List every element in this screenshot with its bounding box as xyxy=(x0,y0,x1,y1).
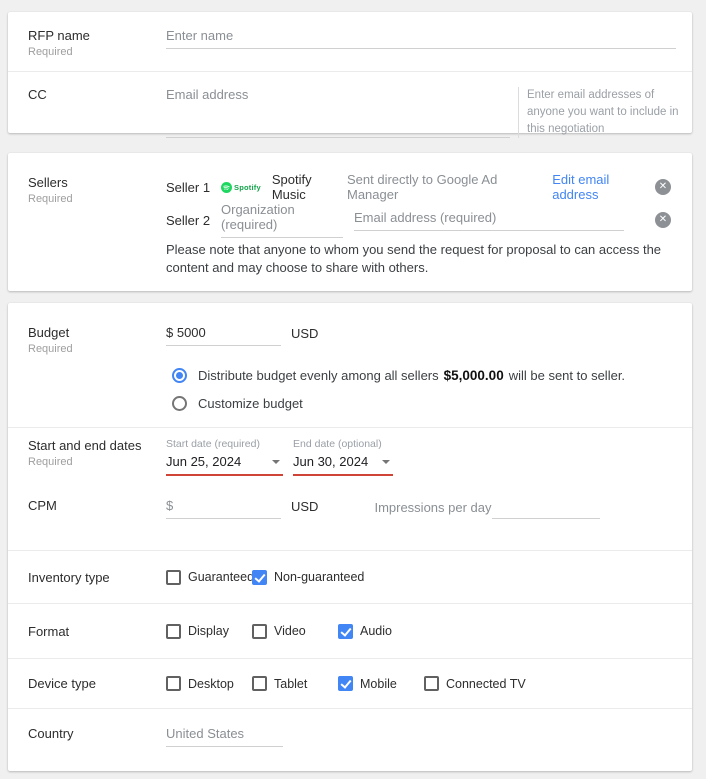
seller-1-remove-icon[interactable]: ✕ xyxy=(655,179,671,195)
distribute-budget-radio-row[interactable]: Distribute budget evenly among all selle… xyxy=(166,361,692,389)
cc-row: CC Email address Enter email addresses o… xyxy=(8,72,692,138)
distribute-budget-amount: $5,000.00 xyxy=(443,367,504,383)
country-input[interactable]: United States xyxy=(166,726,283,747)
inventory-type-section: Inventory type Guaranteed Non-guaranteed xyxy=(8,551,692,604)
checkbox-tablet[interactable]: Tablet xyxy=(252,676,338,691)
sellers-note: Please note that anyone to whom you send… xyxy=(166,242,662,275)
budget-label: Budget xyxy=(28,325,70,340)
budget-amount-input[interactable]: $ 5000 xyxy=(166,325,281,346)
chevron-down-icon xyxy=(382,459,390,464)
edit-email-address-link[interactable]: Edit email address xyxy=(552,172,655,202)
checkbox-label: Desktop xyxy=(188,676,234,691)
checkbox-display[interactable]: Display xyxy=(166,623,252,639)
start-date-value: Jun 25, 2024 xyxy=(166,454,242,469)
customize-budget-radio[interactable] xyxy=(172,395,187,411)
rfp-name-row: RFP name Required Enter name xyxy=(8,12,692,72)
rfp-name-label-col: RFP name Required xyxy=(8,28,166,58)
inventory-type-label: Inventory type xyxy=(28,569,110,585)
distribute-budget-label: Distribute budget evenly among all selle… xyxy=(198,367,439,383)
checkbox-label: Video xyxy=(274,624,306,638)
checkbox-icon[interactable] xyxy=(338,623,353,639)
checkbox-video[interactable]: Video xyxy=(252,623,338,639)
rfp-name-label: RFP name xyxy=(28,28,90,43)
start-date-select[interactable]: Start date (required) Jun 25, 2024 xyxy=(166,438,283,476)
checkbox-guaranteed[interactable]: Guaranteed xyxy=(166,569,255,585)
checkbox-label: Audio xyxy=(360,624,392,638)
device-type-section: Device type Desktop Tablet Mobile Connec… xyxy=(8,659,692,709)
dates-cpm-section: Start and end dates Required Start date … xyxy=(8,428,692,551)
start-date-label: Start date (required) xyxy=(166,438,260,450)
cpm-label: CPM xyxy=(28,498,57,513)
format-label: Format xyxy=(28,623,70,639)
sellers-label-col: Sellers Required xyxy=(8,175,166,205)
seller-2-organization-input[interactable]: Organization (required) xyxy=(221,202,343,238)
dates-label: Start and end dates xyxy=(28,438,142,453)
rfp-name-input[interactable]: Enter name xyxy=(166,28,676,49)
end-date-select[interactable]: End date (optional) Jun 30, 2024 xyxy=(293,438,393,476)
device-type-label: Device type xyxy=(28,676,96,691)
checkbox-icon[interactable] xyxy=(252,569,267,585)
cc-email-input[interactable]: Email address xyxy=(166,87,510,138)
checkbox-icon[interactable] xyxy=(166,623,181,639)
checkbox-label: Connected TV xyxy=(446,676,526,691)
checkbox-icon[interactable] xyxy=(166,676,181,691)
seller-2-row: Seller 2 Organization (required) Email a… xyxy=(166,202,692,238)
checkbox-connected-tv[interactable]: Connected TV xyxy=(424,676,526,691)
end-date-value: Jun 30, 2024 xyxy=(293,454,369,469)
checkbox-non-guaranteed[interactable]: Non-guaranteed xyxy=(252,569,365,585)
sellers-required: Required xyxy=(28,193,73,205)
checkbox-icon[interactable] xyxy=(166,569,181,585)
format-section: Format Display Video Audio xyxy=(8,604,692,659)
spotify-icon xyxy=(221,181,232,193)
impressions-per-day-input[interactable] xyxy=(491,499,600,519)
cc-helper-text: Enter email addresses of anyone you want… xyxy=(518,87,688,138)
rfp-card: RFP name Required Enter name CC Email ad… xyxy=(8,12,692,138)
seller-2-label: Seller 2 xyxy=(166,212,211,228)
cc-label-col: CC xyxy=(8,87,166,102)
distribute-budget-suffix: will be sent to seller. xyxy=(508,367,626,383)
dates-required: Required xyxy=(28,456,73,468)
spotify-wordmark: Spotify xyxy=(234,182,261,192)
sellers-label: Sellers xyxy=(28,175,68,190)
cpm-row: CPM $ USD Impressions per day xyxy=(8,498,692,519)
checkbox-icon[interactable] xyxy=(338,676,353,691)
seller-1-row: Seller 1 Spotify Spotify Music Sent dire… xyxy=(166,172,692,202)
checkbox-mobile[interactable]: Mobile xyxy=(338,676,424,691)
rfp-name-required: Required xyxy=(28,46,73,58)
country-section: Country United States xyxy=(8,709,692,771)
budget-section: Budget Required $ 5000 USD Distribute bu… xyxy=(8,303,692,428)
distribute-budget-radio[interactable] xyxy=(172,367,187,383)
end-date-label: End date (optional) xyxy=(293,438,382,450)
impressions-per-day-label: Impressions per day xyxy=(374,500,492,515)
checkbox-label: Non-guaranteed xyxy=(274,570,365,584)
cpm-currency: USD xyxy=(291,499,319,514)
details-card: Budget Required $ 5000 USD Distribute bu… xyxy=(8,303,692,771)
seller-1-name: Spotify Music xyxy=(271,172,312,202)
country-label: Country xyxy=(28,726,74,741)
checkbox-icon[interactable] xyxy=(252,676,267,691)
checkbox-label: Display xyxy=(188,624,229,638)
customize-budget-label: Customize budget xyxy=(198,395,303,411)
cpm-amount-input[interactable]: $ xyxy=(166,498,281,519)
chevron-down-icon xyxy=(272,459,280,464)
seller-2-remove-icon[interactable]: ✕ xyxy=(655,212,671,228)
customize-budget-radio-row[interactable]: Customize budget xyxy=(166,389,692,417)
seller-1-brand: Spotify Spotify Music xyxy=(221,172,347,202)
checkbox-label: Tablet xyxy=(274,676,308,691)
checkbox-icon[interactable] xyxy=(252,623,267,639)
checkbox-audio[interactable]: Audio xyxy=(338,623,392,639)
seller-2-email-input[interactable]: Email address (required) xyxy=(354,210,624,231)
checkbox-label: Mobile xyxy=(360,676,397,691)
budget-required: Required xyxy=(28,343,73,355)
cc-label: CC xyxy=(28,87,47,102)
sellers-card: Sellers Required Seller 1 Spotify Spotif… xyxy=(8,153,692,291)
checkbox-label: Guaranteed xyxy=(188,570,255,584)
checkbox-icon[interactable] xyxy=(424,676,439,691)
seller-1-label: Seller 1 xyxy=(166,179,211,195)
budget-currency: USD xyxy=(291,326,319,341)
dates-row: Start and end dates Required Start date … xyxy=(8,438,692,476)
seller-1-status: Sent directly to Google Ad Manager xyxy=(347,172,498,202)
checkbox-desktop[interactable]: Desktop xyxy=(166,676,252,691)
